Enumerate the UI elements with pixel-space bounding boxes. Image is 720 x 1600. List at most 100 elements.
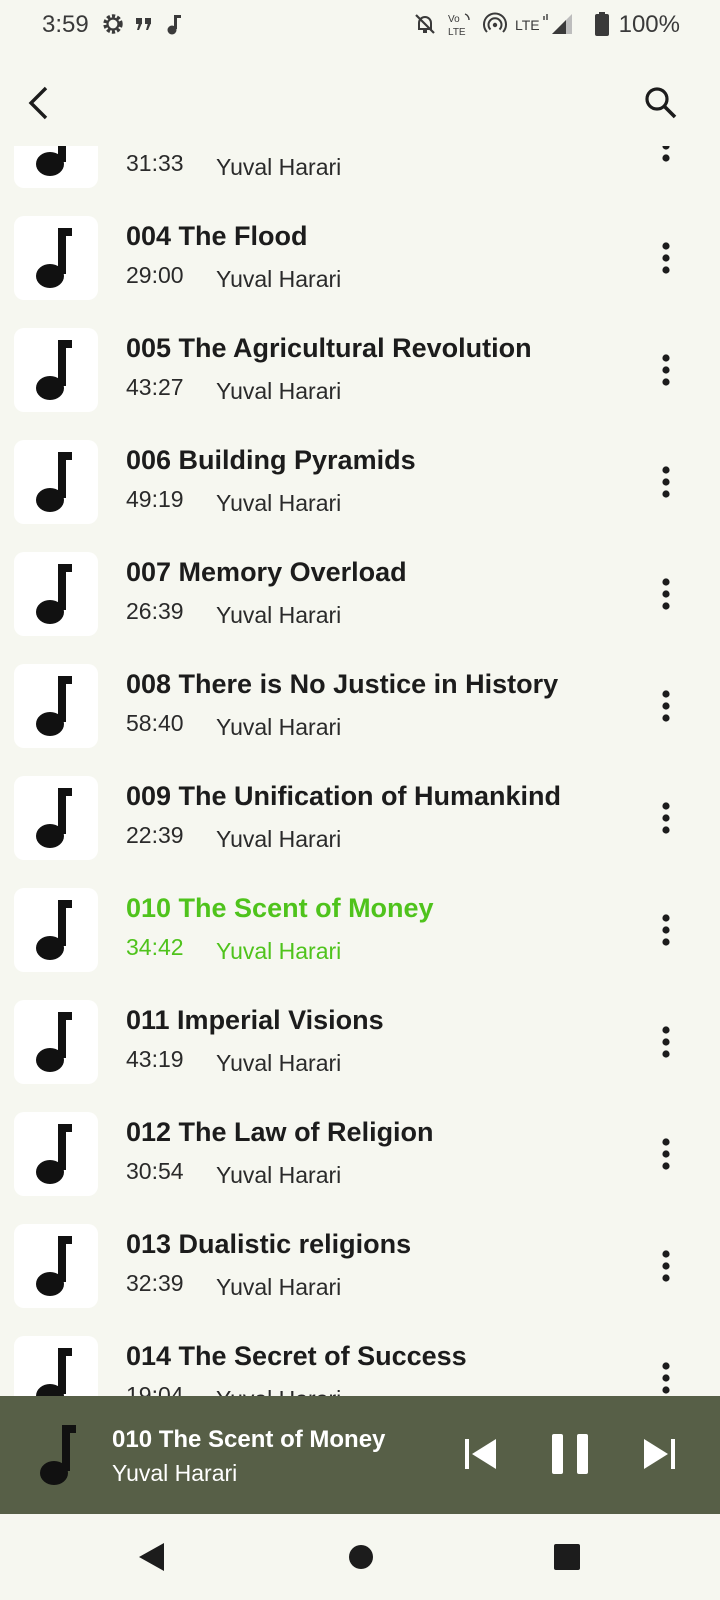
track-duration: 43:27 bbox=[126, 374, 184, 400]
track-row[interactable]: 007 Memory Overload 26:39 Yuval Harari bbox=[0, 539, 720, 651]
music-note-icon bbox=[36, 900, 72, 960]
nav-back-button[interactable] bbox=[128, 1534, 174, 1580]
svg-text:LTE: LTE bbox=[448, 27, 466, 37]
volte-icon: Vo LTE bbox=[446, 11, 476, 37]
track-artist: Yuval Harari bbox=[216, 938, 342, 964]
track-row[interactable]: 012 The Law of Religion 30:54 Yuval Harari bbox=[0, 1099, 720, 1211]
more-vert-icon bbox=[662, 578, 670, 610]
quote-icon bbox=[134, 11, 154, 37]
more-vert-icon bbox=[662, 690, 670, 722]
pause-icon bbox=[552, 1434, 588, 1474]
track-artist: Yuval Harari bbox=[216, 1162, 342, 1188]
settings-gear-icon bbox=[100, 11, 126, 37]
track-duration: 22:39 bbox=[126, 822, 184, 848]
more-vert-icon bbox=[662, 242, 670, 274]
mute-bell-icon bbox=[412, 11, 438, 37]
pause-button[interactable] bbox=[542, 1426, 598, 1482]
music-note-icon bbox=[36, 788, 72, 848]
track-row[interactable]: 006 Building Pyramids 49:19 Yuval Harari bbox=[0, 427, 720, 539]
more-vert-icon bbox=[662, 146, 670, 162]
track-more-options-button[interactable] bbox=[646, 146, 686, 171]
track-title: 008 There is No Justice in History bbox=[126, 669, 559, 699]
track-row[interactable]: 008 There is No Justice in History 58:40 Y… bbox=[0, 651, 720, 763]
more-vert-icon bbox=[662, 802, 670, 834]
next-button[interactable] bbox=[632, 1426, 688, 1482]
chevron-left-icon bbox=[28, 86, 48, 120]
system-nav-bar bbox=[0, 1514, 720, 1600]
track-artist: Yuval Harari bbox=[216, 378, 342, 404]
track-artist: Yuval Harari bbox=[216, 1050, 342, 1076]
lte-signal-icon: LTE bbox=[514, 11, 574, 37]
track-duration: 34:42 bbox=[126, 934, 184, 960]
track-thumbnail bbox=[14, 146, 98, 188]
music-note-icon bbox=[40, 1425, 76, 1485]
track-more-options-button[interactable] bbox=[646, 457, 686, 507]
track-list: 003 ...31:33Yuval Harari004 The Flood29:… bbox=[0, 146, 720, 1396]
svg-text:Vo: Vo bbox=[448, 14, 460, 25]
track-artist: Yuval Harari bbox=[216, 714, 342, 740]
status-bar: 3:59 Vo LTE LTE 100% bbox=[0, 0, 720, 50]
previous-button[interactable] bbox=[452, 1426, 508, 1482]
track-row[interactable]: 014 The Secret of Success 19:04 Yuval Hara… bbox=[0, 1323, 720, 1396]
more-vert-icon bbox=[662, 466, 670, 498]
music-note-icon bbox=[36, 1348, 72, 1396]
track-more-options-button[interactable] bbox=[646, 1017, 686, 1067]
track-row[interactable]: 004 The Flood 29:00 Yuval Harari bbox=[0, 203, 720, 315]
track-more-options-button[interactable] bbox=[646, 1129, 686, 1179]
music-note-icon bbox=[36, 340, 72, 400]
track-duration: 49:19 bbox=[126, 486, 184, 512]
more-vert-icon bbox=[662, 1250, 670, 1282]
mini-player[interactable]: 010 The Scent of Money Yuval Harari bbox=[0, 1396, 720, 1514]
more-vert-icon bbox=[662, 1026, 670, 1058]
track-more-options-button[interactable] bbox=[646, 1353, 686, 1396]
back-button[interactable] bbox=[14, 78, 64, 128]
track-more-options-button[interactable] bbox=[646, 905, 686, 955]
track-more-options-button[interactable] bbox=[646, 793, 686, 843]
track-more-options-button[interactable] bbox=[646, 233, 686, 283]
track-thumbnail bbox=[14, 1336, 98, 1396]
music-note-icon bbox=[36, 1124, 72, 1184]
search-icon bbox=[645, 87, 677, 119]
battery-icon bbox=[594, 11, 610, 37]
music-note-icon bbox=[36, 564, 72, 624]
track-row[interactable]: 003 ...31:33Yuval Harari bbox=[0, 146, 720, 203]
track-title: 014 The Secret of Success bbox=[126, 1341, 467, 1371]
nav-home-button[interactable] bbox=[338, 1534, 384, 1580]
track-thumbnail bbox=[14, 328, 98, 412]
track-duration: 43:19 bbox=[126, 1046, 184, 1072]
track-row[interactable]: 013 Dualistic religions 32:39 Yuval Harari bbox=[0, 1211, 720, 1323]
music-note-icon bbox=[164, 11, 184, 37]
track-row[interactable]: 011 Imperial Visions 43:19 Yuval Harari bbox=[0, 987, 720, 1099]
track-more-options-button[interactable] bbox=[646, 1241, 686, 1291]
track-thumbnail bbox=[14, 1112, 98, 1196]
music-note-icon bbox=[36, 146, 66, 176]
track-title: 012 The Law of Religion bbox=[126, 1117, 434, 1147]
track-artist: Yuval Harari bbox=[216, 1274, 342, 1300]
track-title: 013 Dualistic religions bbox=[126, 1229, 412, 1259]
music-note-icon bbox=[36, 1236, 72, 1296]
track-artist: Yuval Harari bbox=[216, 1386, 341, 1396]
now-playing-artist: Yuval Harari bbox=[112, 1460, 238, 1486]
track-artist: Yuval Harari bbox=[216, 826, 342, 852]
track-thumbnail bbox=[14, 888, 98, 972]
track-title: 010 The Scent of Money bbox=[126, 893, 434, 923]
track-more-options-button[interactable] bbox=[646, 569, 686, 619]
track-thumbnail bbox=[14, 664, 98, 748]
track-list-viewport[interactable]: 003 ...31:33Yuval Harari004 The Flood29:… bbox=[0, 146, 720, 1396]
track-row[interactable]: 005 The Agricultural Revolution 43:27 Yuva… bbox=[0, 315, 720, 427]
track-row[interactable]: 009 The Unification of Humankind 22:39 Yuv… bbox=[0, 763, 720, 875]
track-more-options-button[interactable] bbox=[646, 681, 686, 731]
track-duration: 30:54 bbox=[126, 1158, 184, 1184]
track-row-playing[interactable]: 010 The Scent of Money 34:42 Yuval Harari bbox=[0, 875, 720, 987]
track-artist: Yuval Harari bbox=[216, 602, 342, 628]
track-more-options-button[interactable] bbox=[646, 345, 686, 395]
search-button[interactable] bbox=[636, 78, 686, 128]
music-note-icon bbox=[36, 452, 72, 512]
track-thumbnail bbox=[14, 440, 98, 524]
app-screen: 3:59 Vo LTE LTE 100% 31:33 Yuval Harari … bbox=[0, 0, 720, 1600]
track-thumbnail bbox=[14, 216, 98, 300]
music-note-icon bbox=[36, 1012, 72, 1072]
track-duration: 29:00 bbox=[126, 262, 184, 288]
nav-recents-button[interactable] bbox=[544, 1534, 590, 1580]
skip-previous-icon bbox=[465, 1439, 496, 1469]
